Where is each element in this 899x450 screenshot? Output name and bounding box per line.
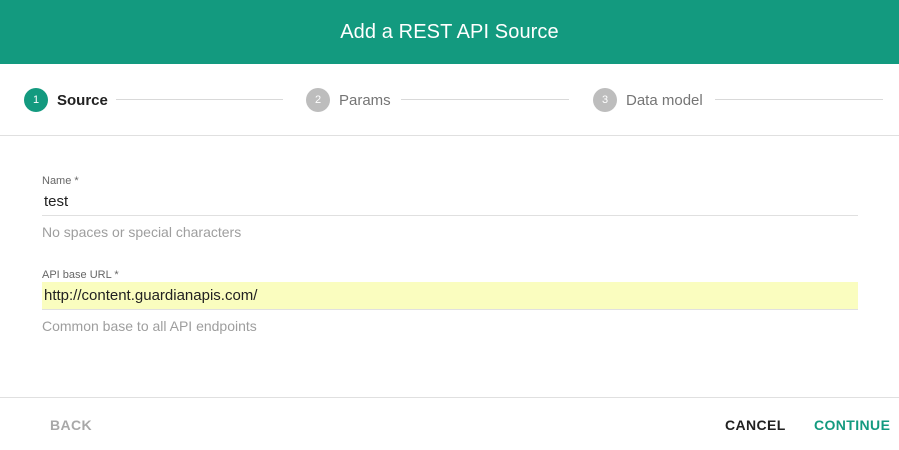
base-url-input[interactable]	[42, 282, 858, 310]
step-label: Source	[57, 91, 108, 109]
step-data-model[interactable]: 3 Data model	[593, 88, 703, 112]
step-number-icon: 1	[24, 88, 48, 112]
step-source[interactable]: 1 Source	[24, 88, 108, 112]
base-url-help-text: Common base to all API endpoints	[42, 318, 257, 334]
step-label: Params	[339, 91, 391, 109]
name-label: Name *	[42, 175, 79, 187]
name-input[interactable]	[42, 188, 858, 216]
cancel-button[interactable]: CANCEL	[725, 417, 786, 433]
step-connector	[116, 99, 283, 100]
step-number-icon: 2	[306, 88, 330, 112]
continue-button[interactable]: CONTINUE	[814, 417, 890, 433]
dialog-footer: BACK CANCEL CONTINUE	[0, 397, 899, 450]
base-url-field: API base URL * Common base to all API en…	[42, 268, 858, 334]
name-field: Name * No spaces or special characters	[42, 174, 858, 240]
step-label: Data model	[626, 91, 703, 109]
dialog-title: Add a REST API Source	[340, 20, 559, 43]
name-help-text: No spaces or special characters	[42, 224, 242, 240]
step-connector	[715, 99, 883, 100]
dialog-header: Add a REST API Source	[0, 0, 899, 64]
step-connector	[401, 99, 569, 100]
base-url-label: API base URL *	[42, 269, 119, 281]
step-params[interactable]: 2 Params	[306, 88, 391, 112]
step-number-icon: 3	[593, 88, 617, 112]
back-button[interactable]: BACK	[50, 417, 92, 433]
stepper: 1 Source 2 Params 3 Data model	[0, 64, 899, 136]
